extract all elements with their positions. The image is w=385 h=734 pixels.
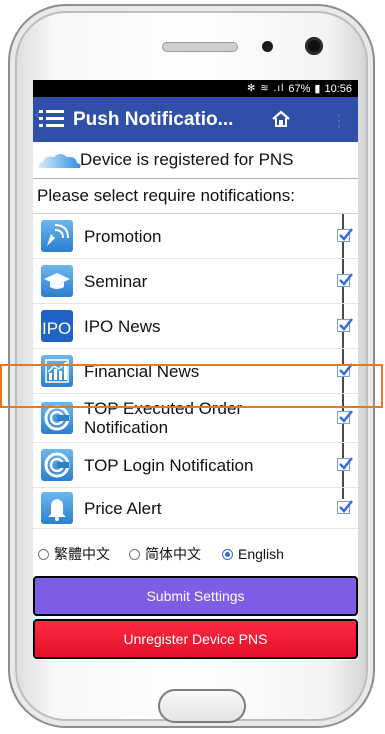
- language-selector: 繁體中文 简体中文 English: [33, 543, 358, 565]
- item-label: TOP Login Notification: [84, 455, 254, 475]
- satellite-icon: [41, 220, 73, 252]
- checkbox-top-login[interactable]: [337, 457, 353, 471]
- bell-icon: [41, 492, 73, 524]
- app-bar: ‹ Push Notificatio... ⋮: [33, 97, 358, 142]
- list-item-price-alert[interactable]: Price Alert: [33, 488, 358, 529]
- checkbox-price-alert[interactable]: [337, 500, 353, 514]
- cloud-icon: [38, 154, 81, 168]
- item-label: TOP Executed Order Notification: [84, 399, 243, 437]
- battery-level: 67%: [288, 82, 311, 95]
- item-label: IPO News: [84, 316, 161, 336]
- status-icons: ✻ ≋: [247, 83, 270, 94]
- battery-icon: ▮: [314, 83, 321, 95]
- screen: ✻ ≋ .ıl 67% ▮ 10:56 ‹ Push Notificatio..…: [33, 80, 358, 660]
- signal-icon: .ıl: [273, 83, 285, 94]
- item-label: Price Alert: [84, 498, 162, 518]
- select-prompt: Please select require notifications:: [33, 179, 358, 214]
- registration-text: Device is registered for PNS: [80, 150, 294, 169]
- registration-status: Device is registered for PNS: [33, 142, 358, 179]
- checkbox-promotion[interactable]: [337, 228, 353, 242]
- page-title: Push Notificatio...: [73, 109, 234, 130]
- unregister-button[interactable]: Unregister Device PNS: [33, 619, 358, 659]
- item-label: Financial News: [84, 361, 200, 381]
- chart-icon: [41, 355, 73, 387]
- top-logo-icon: [41, 449, 73, 481]
- radio-english[interactable]: [222, 548, 233, 560]
- lang-label: 简体中文: [145, 546, 201, 562]
- status-bar: ✻ ≋ .ıl 67% ▮ 10:56: [33, 80, 358, 97]
- submit-settings-button[interactable]: Submit Settings: [33, 576, 358, 616]
- list-item-top-executed-order[interactable]: TOP Executed Order Notification: [33, 394, 358, 443]
- item-label: Promotion: [84, 226, 162, 246]
- clock: 10:56: [324, 82, 352, 95]
- list-item-financial-news[interactable]: Financial News: [33, 349, 358, 394]
- menu-icon[interactable]: [39, 110, 64, 128]
- notification-list: Promotion Seminar IPO IPO News Financial…: [33, 214, 358, 529]
- sensor: [262, 41, 273, 52]
- front-camera: [305, 37, 323, 55]
- lang-label: English: [238, 546, 284, 562]
- svg-text:IPO: IPO: [42, 319, 71, 338]
- list-item-ipo-news[interactable]: IPO IPO News: [33, 304, 358, 349]
- top-logo-icon: [41, 402, 73, 434]
- graduation-cap-icon: [41, 265, 73, 297]
- hardware-home-button[interactable]: [158, 689, 246, 723]
- ipo-icon: IPO: [41, 310, 73, 342]
- home-icon[interactable]: [271, 109, 291, 129]
- radio-simplified[interactable]: [129, 548, 140, 560]
- lang-option-traditional[interactable]: 繁體中文: [38, 544, 110, 564]
- lang-label: 繁體中文: [54, 546, 110, 562]
- speaker-grille: [162, 42, 238, 52]
- checkbox-ipo-news[interactable]: [337, 318, 353, 332]
- overflow-menu-icon[interactable]: ⋮: [331, 111, 347, 131]
- checkbox-top-executed-order[interactable]: [337, 410, 353, 424]
- checkbox-financial-news[interactable]: [337, 363, 353, 377]
- checkbox-seminar[interactable]: [337, 273, 353, 287]
- list-item-top-login[interactable]: TOP Login Notification: [33, 443, 358, 488]
- lang-option-english[interactable]: English: [222, 546, 284, 562]
- item-label: Seminar: [84, 271, 148, 291]
- radio-traditional[interactable]: [38, 548, 49, 560]
- lang-option-simplified[interactable]: 简体中文: [129, 544, 201, 564]
- list-item-seminar[interactable]: Seminar: [33, 259, 358, 304]
- list-item-promotion[interactable]: Promotion: [33, 214, 358, 259]
